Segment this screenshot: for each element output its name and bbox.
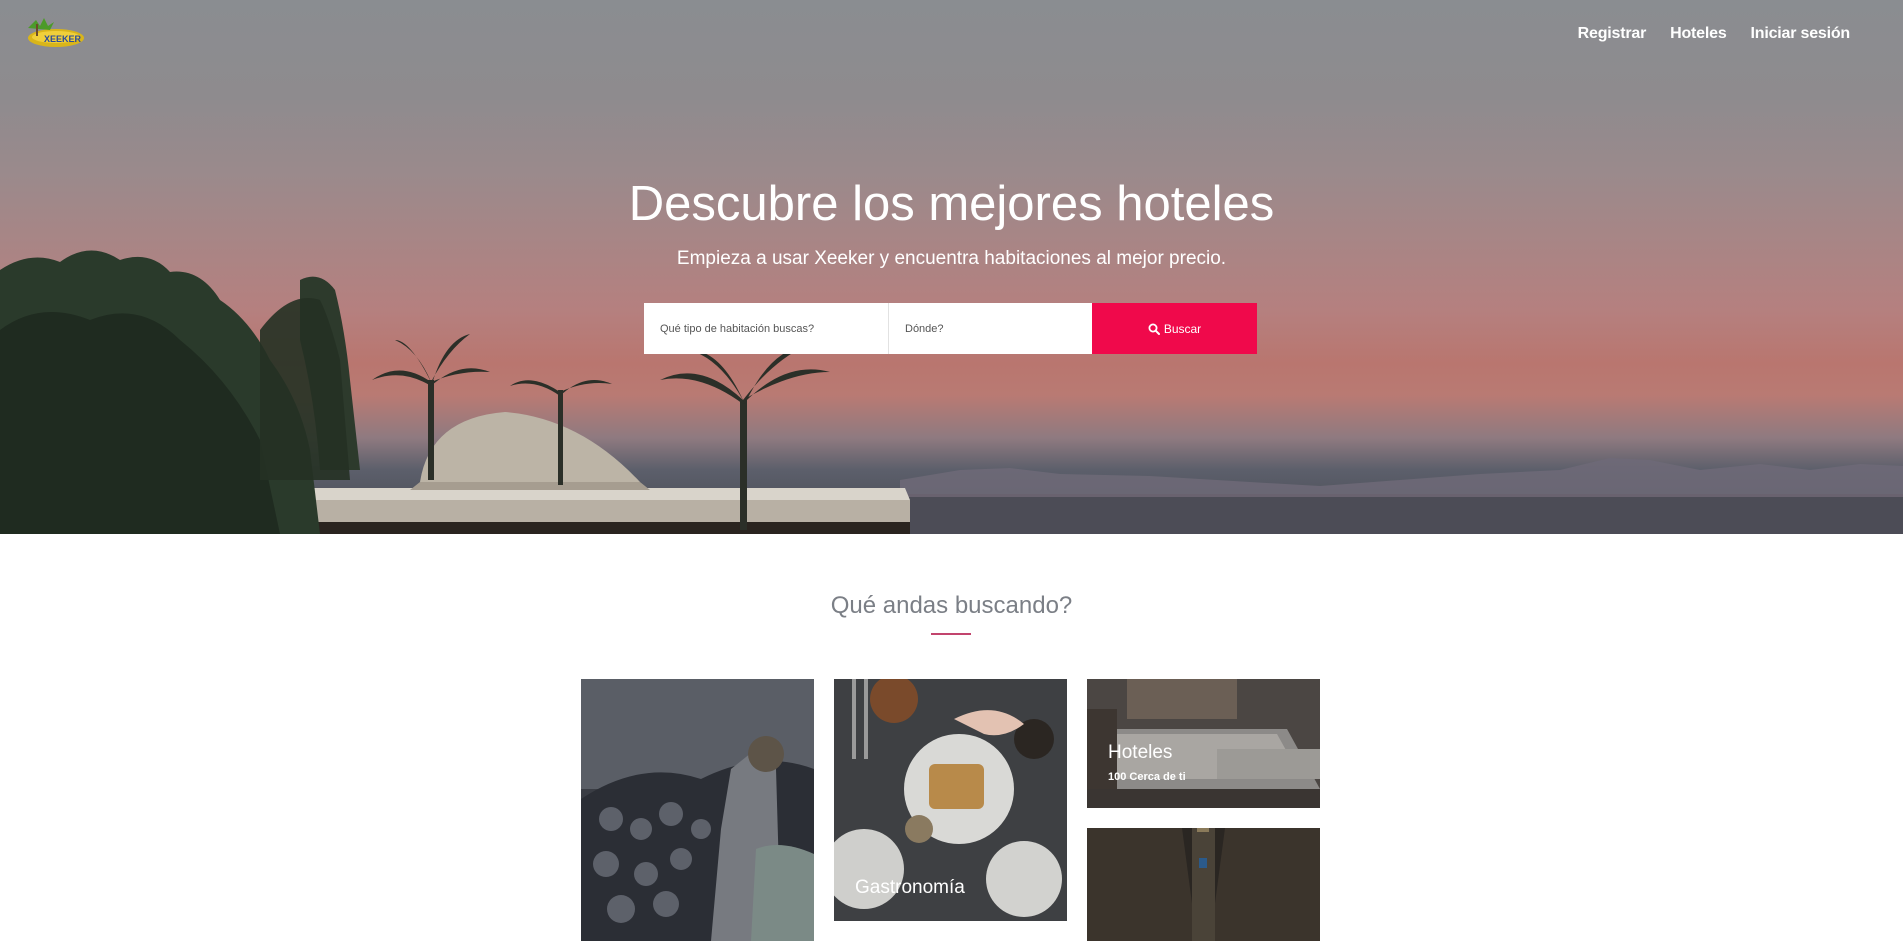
search-button[interactable]: Buscar <box>1092 303 1257 354</box>
section-title: Qué andas buscando? <box>830 592 1073 619</box>
svg-text:XEEKER: XEEKER <box>44 34 82 44</box>
category-card-corridor[interactable] <box>1087 828 1320 941</box>
corridor-image <box>1087 828 1320 941</box>
hoteles-title: Hoteles <box>1108 742 1173 763</box>
main-nav: Registrar Hoteles Iniciar sesión <box>1578 25 1851 43</box>
xeeker-logo[interactable]: XEEKER <box>22 14 86 50</box>
category-card-nightlife[interactable] <box>581 679 814 941</box>
nightlife-image <box>581 679 814 941</box>
gastronomia-title: Gastronomía <box>855 877 965 898</box>
location-input[interactable] <box>889 303 1092 354</box>
search-icon <box>1148 323 1160 335</box>
room-type-input[interactable] <box>644 303 889 354</box>
category-card-hoteles[interactable]: Hoteles 100 Cerca de ti <box>1087 679 1320 808</box>
search-button-label: Buscar <box>1163 321 1202 336</box>
nav-iniciar-sesion[interactable]: Iniciar sesión <box>1751 25 1851 43</box>
search-bar: Buscar <box>644 303 1257 354</box>
hoteles-subtitle: 100 Cerca de ti <box>1108 771 1186 783</box>
nav-registrar[interactable]: Registrar <box>1578 25 1647 43</box>
hero-subtitle: Empieza a usar Xeeker y encuentra habita… <box>676 248 1227 269</box>
nav-hoteles[interactable]: Hoteles <box>1670 25 1727 43</box>
hero-title: Descubre los mejores hoteles <box>628 177 1275 231</box>
category-card-gastronomia[interactable]: Gastronomía <box>834 679 1067 921</box>
section-title-underline <box>931 633 971 635</box>
